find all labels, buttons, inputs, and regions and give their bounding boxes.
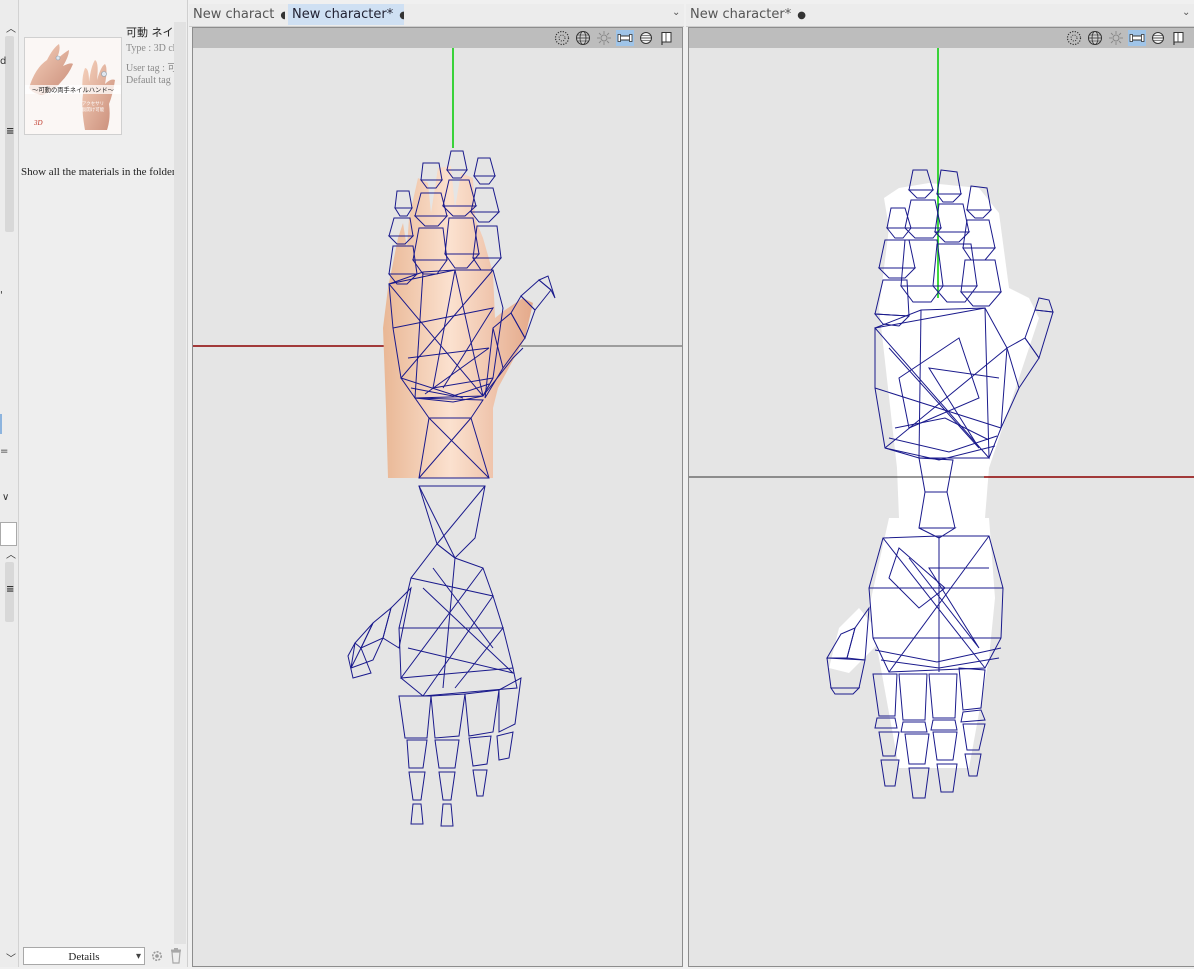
flag-icon[interactable] — [1170, 30, 1188, 46]
editor-tabbar: New character* ● ⌄ — [686, 4, 1194, 27]
material-panel: 〜可動の両手ネイルハンド〜 3D アクセサリ 仮開け可能 可動 ネイル Type… — [19, 0, 188, 967]
tab-label: New character* — [690, 7, 792, 22]
scroll-down-icon[interactable]: ﹀ — [6, 950, 16, 965]
modified-dot-icon: ● — [399, 10, 404, 21]
dock-edge-glyph: d — [0, 56, 7, 67]
solid-sphere-icon[interactable] — [1149, 30, 1167, 46]
viewport-right[interactable] — [688, 27, 1194, 967]
scroll-up-icon[interactable]: ︿ — [6, 20, 16, 35]
viewport-toolbar — [689, 28, 1194, 48]
dock-edge-glyph: = — [0, 446, 9, 457]
folder-message: Show all the materials in the folder. — [21, 166, 178, 178]
view-mode-select[interactable]: Details ▾ — [23, 947, 145, 965]
flag-icon[interactable] — [658, 30, 676, 46]
thumbnail-subline: 仮開け可能 — [82, 106, 105, 113]
panel-scrollbar[interactable] — [174, 22, 186, 944]
dock-edge-glyph: ' — [0, 290, 3, 301]
trash-icon[interactable] — [169, 948, 183, 964]
lower-hand-wireframe — [347, 543, 522, 827]
light-burst-icon[interactable] — [1107, 30, 1125, 46]
material-thumbnail[interactable]: 〜可動の両手ネイルハンド〜 3D アクセサリ 仮開け可能 — [24, 37, 122, 135]
chevron-down-icon[interactable]: ∨ — [2, 492, 9, 503]
scroll-up-icon[interactable]: ︿ — [6, 546, 16, 561]
tab-new-character-1[interactable]: New charact ● — [189, 4, 285, 25]
settings-gear-icon[interactable] — [150, 949, 164, 963]
viewport-toolbar — [193, 28, 682, 48]
wire-sphere-icon[interactable] — [574, 30, 592, 46]
light-burst-icon[interactable] — [595, 30, 613, 46]
material-name: 可動 ネイル — [126, 26, 174, 39]
material-type: Type : 3D character — [126, 43, 174, 54]
thumbnail-caption: 〜可動の両手ネイルハンド〜 — [32, 85, 115, 94]
chevron-down-icon: ▾ — [135, 951, 141, 962]
viewport-canvas[interactable] — [689, 48, 1194, 966]
dotted-sphere-icon[interactable] — [1065, 30, 1083, 46]
thumbnail-badge: 3D — [33, 119, 43, 127]
tab-new-character-3[interactable]: New character* ● — [686, 4, 806, 25]
tab-new-character-2[interactable]: New character* ● — [288, 4, 404, 25]
menu-handle-icon[interactable]: ≡ — [6, 584, 14, 595]
viewport-canvas[interactable] — [193, 48, 682, 966]
tab-label: New character* — [292, 7, 394, 22]
bone-icon[interactable] — [616, 30, 634, 46]
thumbnail-subline: アクセサリ — [82, 101, 104, 107]
material-default-tag: Default tag — [126, 75, 171, 86]
dotted-sphere-icon[interactable] — [553, 30, 571, 46]
tab-label: New charact — [193, 7, 275, 22]
dock-input[interactable] — [0, 522, 17, 546]
menu-handle-icon[interactable]: ≡ — [6, 126, 14, 137]
modified-dot-icon: ● — [280, 10, 285, 21]
modified-dot-icon: ● — [797, 10, 806, 21]
view-mode-label: Details — [68, 951, 100, 963]
wire-sphere-icon[interactable] — [1086, 30, 1104, 46]
chevron-down-icon[interactable]: ⌄ — [1182, 7, 1190, 18]
dock-strip: ︿ ≡ d ' = ∨ ︿ ≡ ﹀ — [0, 0, 19, 967]
viewport-left[interactable] — [192, 27, 683, 967]
editor-tabbar: New charact ● New character* ● ⌄ — [189, 4, 684, 27]
solid-sphere-icon[interactable] — [637, 30, 655, 46]
material-user-tag: User tag : 可動 — [126, 63, 174, 74]
bone-icon[interactable] — [1128, 30, 1146, 46]
dock-edge-highlight — [0, 414, 2, 434]
chevron-down-icon[interactable]: ⌄ — [672, 7, 680, 18]
hand-mesh — [383, 166, 533, 478]
